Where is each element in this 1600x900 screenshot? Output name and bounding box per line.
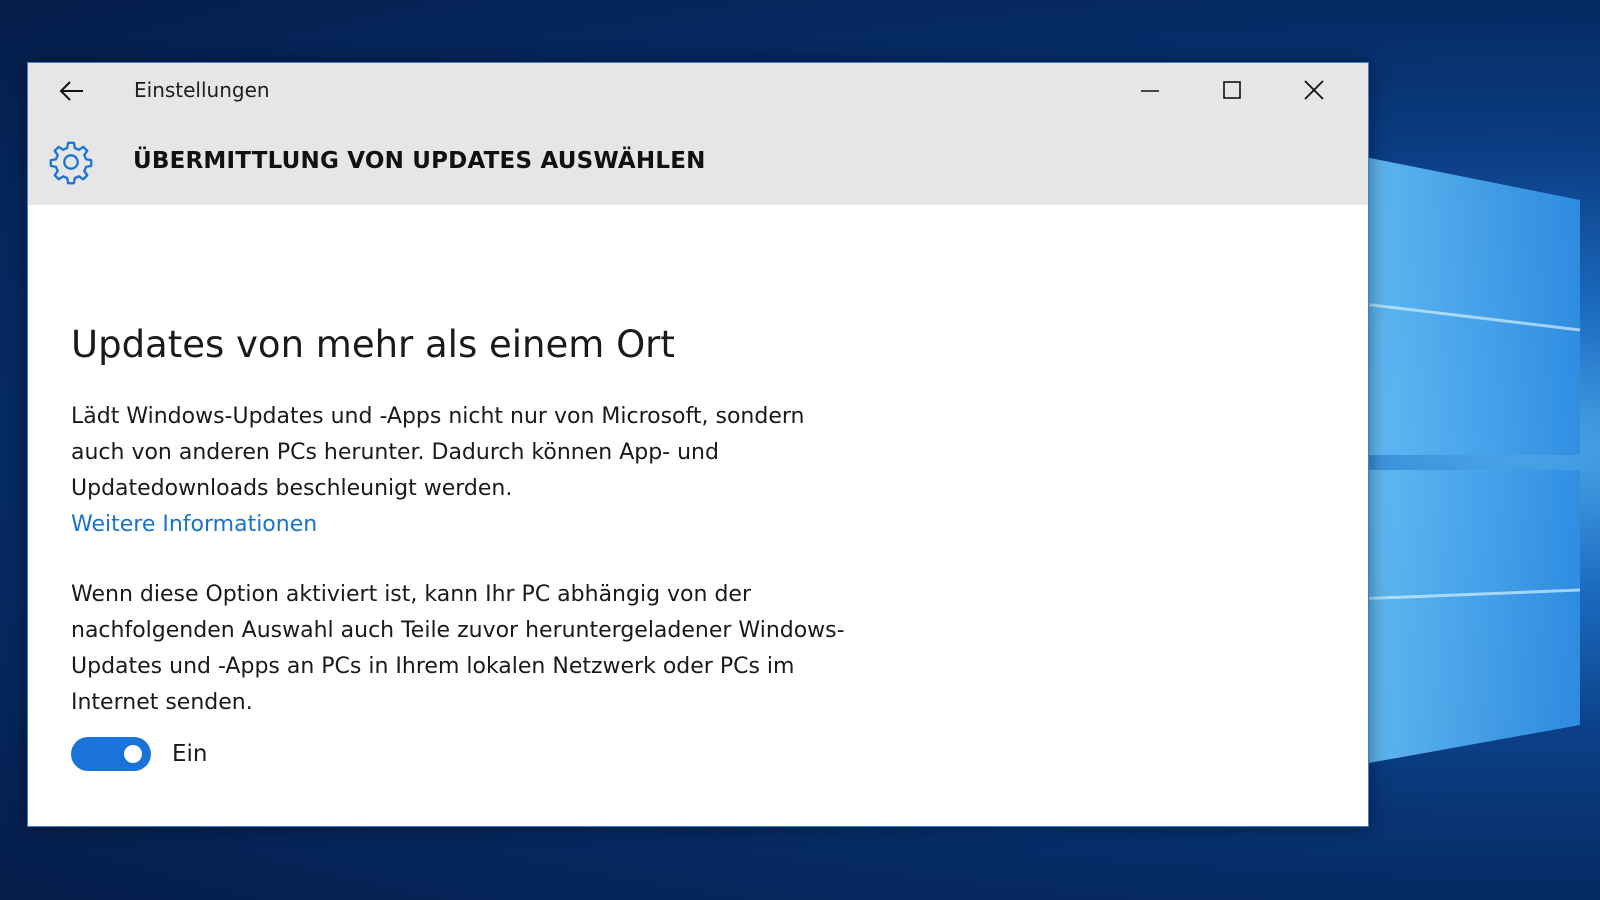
- more-info-link[interactable]: Weitere Informationen: [71, 507, 317, 543]
- settings-content: Updates von mehr als einem Ort Lädt Wind…: [71, 323, 851, 771]
- description-text: Lädt Windows-Updates und -Apps nicht nur…: [71, 404, 805, 501]
- maximize-icon: [1223, 81, 1241, 99]
- close-icon: [1304, 80, 1324, 100]
- minimize-icon: [1141, 90, 1159, 92]
- desktop: Einstellungen ÜBERMITTLUNG VON UPDATES A…: [0, 0, 1600, 900]
- page-title: ÜBERMITTLUNG VON UPDATES AUSWÄHLEN: [133, 148, 706, 174]
- updates-toggle-switch[interactable]: [71, 737, 151, 771]
- option-description-text: Wenn diese Option aktiviert ist, kann Ih…: [71, 582, 845, 715]
- toggle-row: Ein: [71, 737, 851, 771]
- minimize-button[interactable]: [1110, 65, 1190, 115]
- maximize-button[interactable]: [1192, 65, 1272, 115]
- toggle-state-label: Ein: [172, 741, 208, 767]
- toggle-knob: [124, 745, 142, 763]
- section-heading: Updates von mehr als einem Ort: [71, 323, 675, 366]
- settings-window: Einstellungen ÜBERMITTLUNG VON UPDATES A…: [27, 62, 1369, 827]
- gear-icon: [49, 141, 93, 185]
- close-button[interactable]: [1274, 65, 1354, 115]
- title-bar: Einstellungen ÜBERMITTLUNG VON UPDATES A…: [28, 63, 1368, 205]
- back-arrow-icon: [59, 81, 83, 101]
- back-button[interactable]: [50, 73, 94, 109]
- window-title: Einstellungen: [134, 78, 270, 102]
